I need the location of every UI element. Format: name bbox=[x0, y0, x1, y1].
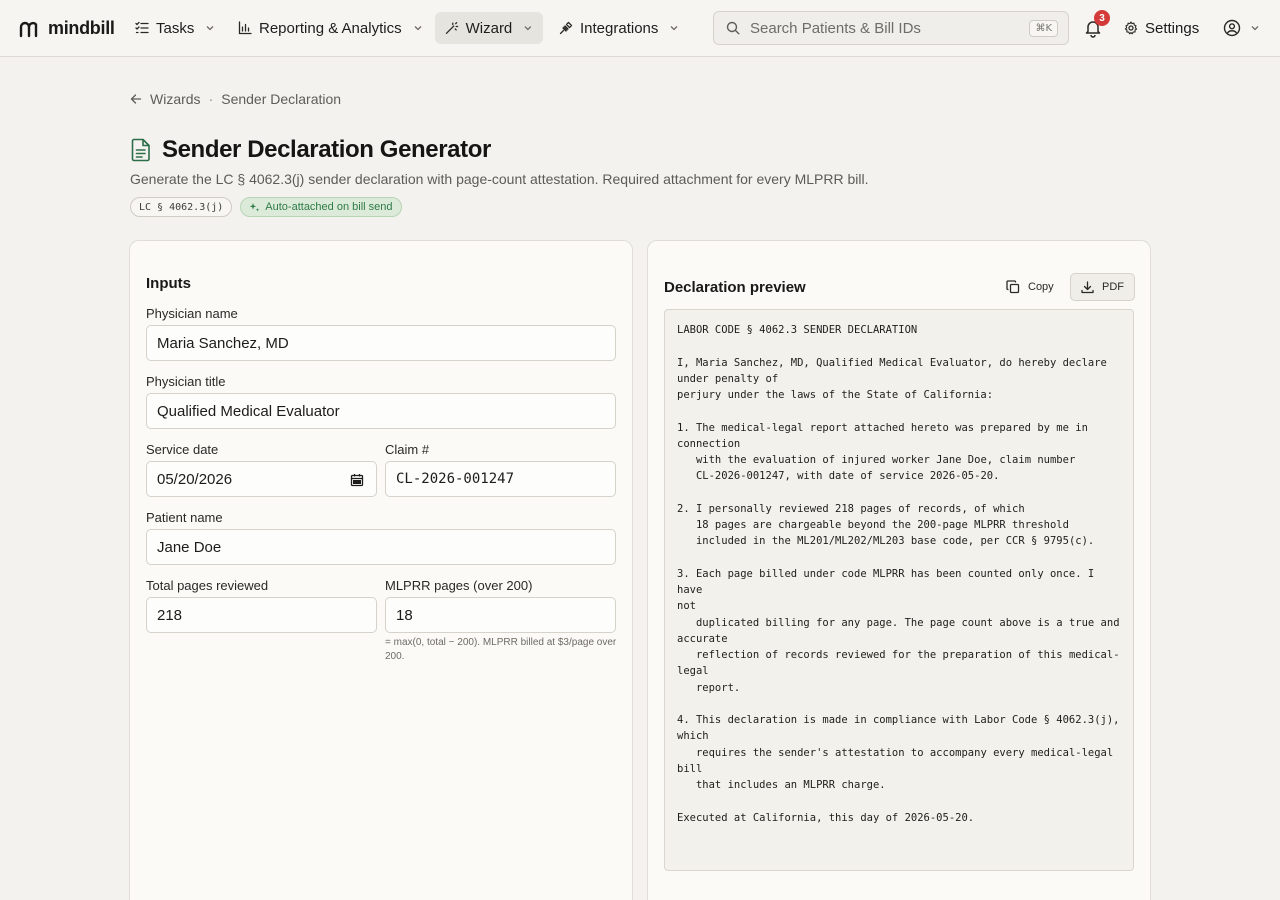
declaration-preview-panel: Declaration preview Copy PDF LABOR CODE … bbox=[647, 240, 1151, 900]
physician-name-label: Physician name bbox=[146, 306, 238, 321]
page-subtitle: Generate the LC § 4062.3(j) sender decla… bbox=[130, 171, 869, 187]
user-menu[interactable] bbox=[1223, 17, 1260, 39]
chevron-down-icon bbox=[206, 26, 214, 31]
patient-name-field[interactable]: Jane Doe bbox=[146, 529, 616, 565]
calendar-icon[interactable] bbox=[350, 473, 364, 487]
search-placeholder: Search Patients & Bill IDs bbox=[750, 19, 921, 37]
nav-integrations-label: Integrations bbox=[580, 19, 659, 37]
chevron-down-icon bbox=[524, 26, 532, 31]
settings-button[interactable]: Settings bbox=[1124, 16, 1199, 40]
pdf-label: PDF bbox=[1102, 281, 1124, 293]
nav-wizard[interactable]: Wizard bbox=[435, 12, 543, 44]
total-pages-field[interactable]: 218 bbox=[146, 597, 377, 633]
auto-attached-badge: Auto-attached on bill send bbox=[240, 197, 402, 217]
physician-title-field[interactable]: Qualified Medical Evaluator bbox=[146, 393, 616, 429]
physician-title-label: Physician title bbox=[146, 374, 226, 389]
search-shortcut-hint: ⌘K bbox=[1029, 19, 1058, 37]
arrow-left-icon[interactable] bbox=[130, 93, 142, 105]
total-pages-value: 218 bbox=[157, 606, 183, 624]
nav-wizard-label: Wizard bbox=[465, 19, 513, 37]
auto-attached-label: Auto-attached on bill send bbox=[265, 201, 393, 213]
breadcrumb-separator: · bbox=[208, 91, 214, 107]
mlprr-pages-label: MLPRR pages (over 200) bbox=[385, 578, 533, 593]
sparkle-icon bbox=[249, 202, 260, 212]
search-icon bbox=[726, 21, 740, 35]
declaration-preview-box: LABOR CODE § 4062.3 SENDER DECLARATION I… bbox=[664, 309, 1134, 871]
mlprr-pages-hint: = max(0, total − 200). MLPRR billed at $… bbox=[385, 637, 617, 662]
total-pages-label: Total pages reviewed bbox=[146, 578, 269, 593]
mlprr-pages-field[interactable]: 18 bbox=[385, 597, 616, 633]
bar-chart-icon bbox=[238, 21, 252, 35]
nav-reporting-analytics[interactable]: Reporting & Analytics bbox=[228, 12, 433, 44]
copy-button[interactable]: Copy bbox=[996, 273, 1064, 301]
brand-logo[interactable]: mindbill bbox=[18, 16, 115, 40]
preview-title: Declaration preview bbox=[664, 279, 806, 296]
tasks-list-icon bbox=[135, 21, 149, 34]
search-input[interactable]: Search Patients & Bill IDs ⌘K bbox=[713, 11, 1069, 45]
breadcrumb-current: Sender Declaration bbox=[221, 91, 342, 107]
copy-label: Copy bbox=[1028, 281, 1054, 293]
chevron-down-icon bbox=[414, 26, 422, 31]
service-date-label: Service date bbox=[146, 442, 219, 457]
chevron-down-icon bbox=[1251, 26, 1259, 31]
plug-icon bbox=[559, 21, 573, 35]
page-title: Sender Declaration Generator bbox=[162, 136, 491, 163]
nav-reporting-label: Reporting & Analytics bbox=[259, 19, 402, 37]
copy-icon bbox=[1006, 280, 1020, 294]
mindbill-logo-icon bbox=[19, 21, 38, 38]
claim-number-field[interactable]: CL-2026-001247 bbox=[385, 461, 616, 497]
page-tags: LC § 4062.3(j) Auto-attached on bill sen… bbox=[130, 197, 402, 217]
top-navigation-bar: mindbill Tasks Reporting & Analytics Wiz… bbox=[0, 0, 1280, 57]
download-icon bbox=[1081, 280, 1094, 293]
brand-name: mindbill bbox=[48, 17, 115, 38]
claim-number-value: CL-2026-001247 bbox=[396, 471, 515, 487]
nav-tasks[interactable]: Tasks bbox=[125, 12, 225, 44]
gear-icon bbox=[1124, 21, 1138, 35]
service-date-value: 05/20/2026 bbox=[157, 470, 233, 488]
declaration-text: LABOR CODE § 4062.3 SENDER DECLARATION I… bbox=[677, 324, 1120, 871]
user-avatar-icon bbox=[1223, 19, 1241, 37]
page-header: Sender Declaration Generator bbox=[130, 135, 491, 165]
breadcrumb-wizards-link[interactable]: Wizards bbox=[150, 91, 201, 107]
nav-integrations[interactable]: Integrations bbox=[549, 12, 689, 44]
chevron-down-icon bbox=[670, 26, 678, 31]
patient-name-value: Jane Doe bbox=[157, 538, 222, 556]
physician-name-value: Maria Sanchez, MD bbox=[157, 334, 289, 352]
nav-tasks-label: Tasks bbox=[156, 19, 195, 37]
patient-name-label: Patient name bbox=[146, 510, 223, 525]
breadcrumb: Wizards · Sender Declaration bbox=[130, 90, 341, 108]
notifications-count-badge: 3 bbox=[1094, 10, 1110, 26]
physician-name-field[interactable]: Maria Sanchez, MD bbox=[146, 325, 616, 361]
mlprr-pages-value: 18 bbox=[396, 606, 413, 624]
statute-tag: LC § 4062.3(j) bbox=[130, 197, 233, 217]
inputs-panel: Inputs Physician name Maria Sanchez, MD … bbox=[129, 240, 633, 900]
service-date-field[interactable]: 05/20/2026 bbox=[146, 461, 377, 497]
download-pdf-button[interactable]: PDF bbox=[1070, 273, 1135, 301]
document-icon bbox=[131, 138, 150, 162]
settings-label: Settings bbox=[1145, 19, 1200, 37]
physician-title-value: Qualified Medical Evaluator bbox=[157, 402, 340, 420]
magic-wand-icon bbox=[445, 22, 459, 34]
claim-number-label: Claim # bbox=[385, 442, 430, 457]
inputs-title: Inputs bbox=[146, 275, 191, 292]
